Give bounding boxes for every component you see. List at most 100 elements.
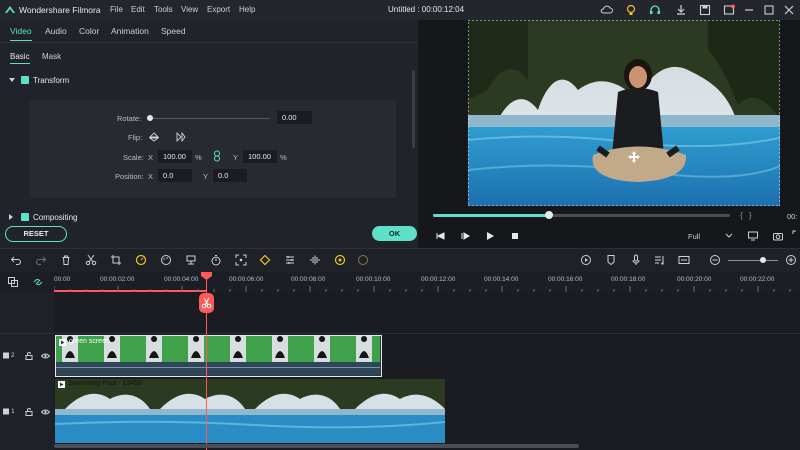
scissors-icon[interactable] [85,254,97,266]
color-palette-icon[interactable] [160,254,172,266]
monitor-icon[interactable] [747,230,759,242]
tab-video[interactable]: Video [10,26,32,36]
audio-wave-icon[interactable] [309,254,321,266]
clip-play-icon [59,339,66,346]
fullscreen-focus-icon[interactable] [235,254,247,266]
position-x-input[interactable]: 0.0 [158,169,192,182]
cloud-icon[interactable] [599,3,613,17]
video-preview[interactable] [468,20,780,206]
flip-horizontal-icon[interactable] [176,132,186,142]
ruler-tick-2: 00:00:04:00 [164,276,199,283]
transform-checkbox[interactable] [21,76,29,84]
menu-export[interactable]: Export [207,5,230,14]
compositing-expand-icon[interactable] [9,214,13,220]
green-screen-icon[interactable] [185,254,197,266]
notification-icon[interactable] [722,3,736,17]
flip-vertical-icon[interactable] [149,132,159,142]
transform-collapse-icon[interactable] [9,78,15,82]
crop-icon[interactable] [110,254,122,266]
split-scissors-icon[interactable] [199,293,214,313]
ok-button[interactable]: OK [372,226,417,241]
render-icon[interactable] [580,254,592,266]
undo-icon[interactable] [10,254,22,266]
step-forward-icon[interactable] [459,230,471,242]
clip-green-screen[interactable]: green screen [55,335,382,377]
compositing-label: Compositing [33,213,78,222]
timeline-scrollbar[interactable] [54,444,579,448]
stop-icon[interactable] [509,230,521,242]
track-2-number: 2 [11,352,15,359]
track-2-eye-icon[interactable] [41,353,50,359]
download-icon[interactable] [674,3,688,17]
ruler-tick-7: 00:00:14:00 [484,276,519,283]
redo-icon[interactable] [35,254,47,266]
delete-icon[interactable] [60,254,72,266]
mark-brackets[interactable]: { } [740,211,754,220]
adjust-icon[interactable] [284,254,296,266]
timer-icon[interactable] [210,254,222,266]
menu-tools[interactable]: Tools [154,5,173,14]
reset-button[interactable]: RESET [5,226,67,242]
auto-sync-icon[interactable] [334,254,346,266]
play-icon[interactable] [484,230,496,242]
menu-edit[interactable]: Edit [131,5,145,14]
panel-scrollbar[interactable] [412,70,415,148]
minimize-icon[interactable] [742,3,756,17]
lightbulb-icon[interactable] [624,3,638,17]
save-icon[interactable] [698,3,712,17]
quality-select[interactable]: Full [688,232,700,241]
microphone-icon[interactable] [630,254,642,266]
link-icon[interactable] [213,150,221,162]
rotate-input[interactable]: 0.00 [277,111,312,124]
track-2-lock-icon[interactable] [25,352,33,360]
add-track-icon[interactable] [7,276,19,288]
scale-x-input[interactable]: 100.00 [158,150,192,163]
maximize-icon[interactable] [762,3,776,17]
track-1-lock-icon[interactable] [25,408,33,416]
close-icon[interactable] [782,3,796,17]
rotate-slider[interactable] [150,118,270,119]
track-1-eye-icon[interactable] [41,409,50,415]
zoom-out-icon[interactable] [709,254,721,266]
link-track-icon[interactable] [32,276,44,288]
subtitle-icon[interactable] [678,254,690,266]
rotate-slider-knob[interactable] [147,115,153,121]
ai-icon[interactable] [357,254,369,266]
track-headers [0,292,54,450]
tab-speed[interactable]: Speed [161,26,186,36]
clip-green-screen-label: green screen [69,338,110,345]
menu-file[interactable]: File [110,5,123,14]
tab-video-underline [10,40,32,41]
tab-animation[interactable]: Animation [111,26,149,36]
scale-x-label: X [148,153,154,162]
track-1-video-icon [3,408,9,415]
keyframe-icon[interactable] [259,254,271,266]
title-bar: Wondershare Filmora File Edit Tools View… [0,0,800,20]
compositing-checkbox[interactable] [21,213,29,221]
track-divider [0,333,800,334]
playhead-marker-icon[interactable] [201,272,212,280]
zoom-slider[interactable] [728,260,778,261]
marker-icon[interactable] [605,254,617,266]
snapshot-icon[interactable] [772,230,784,242]
chevron-down-icon[interactable] [725,233,733,239]
subtab-basic[interactable]: Basic [10,52,30,61]
position-y-input[interactable]: 0.0 [213,169,247,182]
tab-audio[interactable]: Audio [45,26,67,36]
tab-color[interactable]: Color [79,26,99,36]
clip-swimming-pool[interactable]: Swimming Pool - 13459 [55,379,445,443]
ruler-tick-8: 00:00:16:00 [548,276,583,283]
voiceover-list-icon[interactable] [654,254,666,266]
zoom-in-icon[interactable] [785,254,797,266]
subtab-mask[interactable]: Mask [42,52,61,61]
zoom-slider-knob[interactable] [760,257,766,263]
step-back-icon[interactable] [434,230,446,242]
scale-x-unit: % [195,153,202,162]
playback-knob[interactable] [544,211,553,219]
expand-icon[interactable] [792,230,800,242]
speed-icon[interactable] [135,254,147,266]
scale-y-input[interactable]: 100.00 [243,150,277,163]
headset-icon[interactable] [648,3,662,17]
menu-view[interactable]: View [181,5,198,14]
menu-help[interactable]: Help [239,5,255,14]
